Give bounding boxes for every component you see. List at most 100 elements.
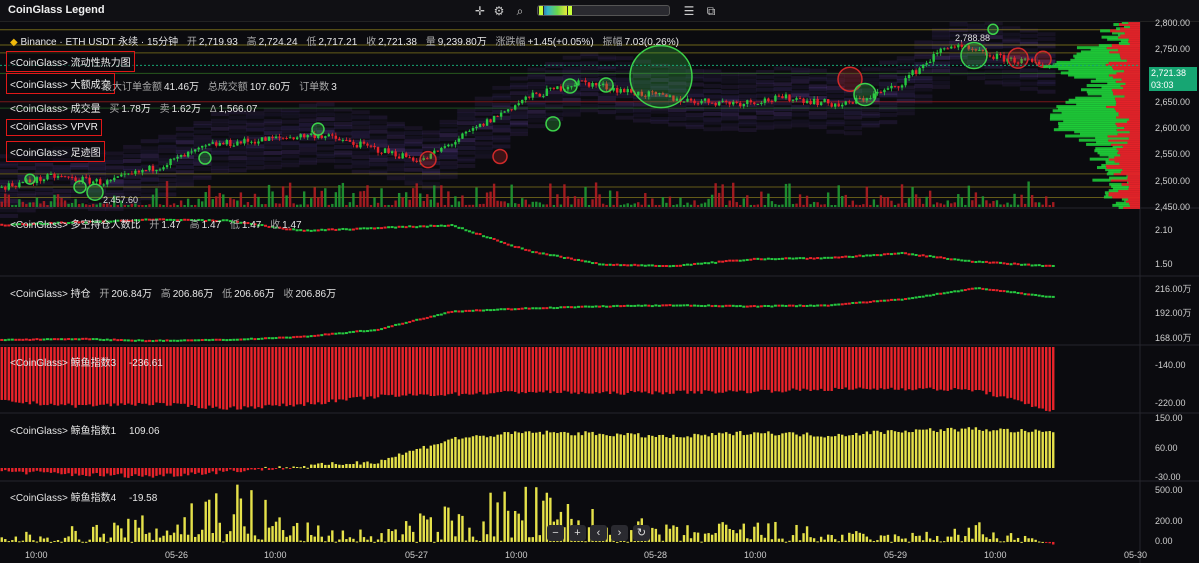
ls-ratio-point: [1020, 263, 1024, 266]
heatmap-cell: [439, 165, 458, 170]
heatmap-cell: [351, 130, 370, 135]
heatmap-cell: [703, 89, 722, 94]
heatmap-cell: [228, 145, 247, 150]
whale3-bar: [355, 347, 359, 398]
heatmap-range-slider[interactable]: [537, 5, 670, 16]
ls-ratio-point: [591, 262, 595, 265]
candle-body: [805, 100, 809, 103]
big-trade-bubble-6: [492, 148, 508, 165]
whale4-bar: [236, 484, 239, 542]
close-value: 2,721.38: [378, 37, 417, 48]
reset-view-button[interactable]: ↻: [633, 525, 650, 541]
ls-ratio-point: [0, 223, 4, 226]
whale4-bar: [376, 539, 380, 542]
oi-point: [126, 339, 130, 342]
search-icon[interactable]: ⌕: [512, 3, 528, 19]
filter-lines-icon[interactable]: ☰: [681, 3, 697, 19]
whale4-bar: [70, 526, 74, 542]
ls-ratio-point: [598, 263, 602, 266]
whale1-bar: [791, 432, 795, 468]
time-tick-label: 05-26: [165, 550, 189, 560]
candle-body: [992, 56, 995, 59]
heatmap-range-thumb-right[interactable]: [566, 6, 573, 15]
settings-gear-icon[interactable]: ⚙: [491, 3, 507, 19]
whale4-bar: [120, 528, 123, 542]
heatmap-cell: [879, 105, 898, 110]
legend-liquidity-heatmap[interactable]: <CoinGlass> 流动性热力图: [6, 51, 135, 72]
screenshot-icon[interactable]: ⧉: [703, 3, 719, 19]
heatmap-cell: [263, 119, 282, 124]
candle-body: [179, 154, 183, 157]
ls-ratio-point: [851, 256, 855, 259]
whale4-bar: [707, 533, 710, 542]
oi-point: [745, 305, 749, 308]
oi-point: [56, 338, 60, 341]
heatmap-range-thumb-left[interactable]: [538, 6, 544, 15]
candle-body: [7, 183, 10, 190]
legend-volume[interactable]: <CoinGlass> 成交量 买 1.78万 卖 1.62万 Δ 1,566.07: [10, 100, 258, 115]
whale1-bar: [1002, 429, 1006, 468]
zoom-in-button[interactable]: +: [569, 525, 586, 541]
ls-ratio-point: [411, 225, 415, 228]
volume-bar: [957, 194, 960, 207]
legend-vpvr[interactable]: <CoinGlass> VPVR: [6, 119, 102, 136]
legend-footprint[interactable]: <CoinGlass> 足迹图: [6, 141, 105, 162]
volume-bar: [795, 203, 798, 207]
candle-body: [742, 103, 745, 107]
candle: [250, 140, 253, 145]
ls-ratio-point: [1037, 264, 1041, 267]
whale4-bar: [542, 500, 545, 542]
volume-bar: [992, 200, 995, 207]
scroll-right-button[interactable]: ›: [611, 525, 628, 541]
volume-bar: [229, 197, 232, 207]
oi-point: [274, 337, 278, 340]
oi-point: [963, 289, 967, 292]
scroll-left-button[interactable]: ‹: [590, 525, 607, 541]
candle-body: [415, 160, 418, 162]
candle-body: [851, 102, 854, 104]
whale1-bar: [1020, 429, 1023, 468]
whale3-bar: [313, 347, 316, 405]
heatmap-cell: [404, 135, 423, 140]
candle-body: [935, 52, 939, 55]
volume-bar: [724, 204, 728, 207]
volume-bar: [394, 200, 397, 207]
whale1-bar: [190, 468, 193, 473]
whale3-bar: [763, 347, 767, 391]
crosshair-icon[interactable]: ✛: [472, 3, 488, 19]
volume-bar: [566, 196, 570, 207]
candle-body: [201, 145, 204, 148]
whale1-bar: [278, 466, 281, 468]
whale3-bar: [1020, 347, 1023, 402]
volume-bar: [447, 191, 450, 207]
volume-bar: [791, 204, 795, 207]
volume-bar: [401, 197, 404, 207]
volume-bar: [967, 185, 971, 207]
heatmap-cell: [527, 85, 546, 90]
ls-ratio-point: [369, 227, 373, 230]
volume-bar: [524, 199, 527, 207]
time-tick-label: 05-28: [644, 550, 668, 560]
whale1-bar: [376, 463, 380, 468]
heatmap-cell: [896, 56, 915, 61]
oi-point: [485, 308, 489, 311]
oi-point: [612, 305, 616, 308]
oi-point: [288, 336, 292, 339]
heatmap-cell: [808, 121, 827, 126]
zoom-out-button[interactable]: −: [547, 525, 564, 541]
whale4-bar: [756, 522, 760, 542]
heatmap-cell: [228, 120, 247, 125]
oi-point: [77, 338, 81, 341]
candle: [193, 149, 197, 154]
volume-bar: [886, 196, 890, 207]
oi-point: [28, 338, 32, 341]
heatmap-cell: [931, 28, 950, 33]
high-key: 高: [246, 37, 257, 48]
heatmap-cell: [298, 118, 317, 123]
whale4-bar: [355, 541, 359, 543]
candle-body: [215, 142, 218, 146]
whale1-bar: [14, 468, 18, 472]
whale1-bar: [647, 435, 651, 468]
heatmap-cell: [562, 108, 581, 113]
candle-body: [246, 138, 250, 142]
